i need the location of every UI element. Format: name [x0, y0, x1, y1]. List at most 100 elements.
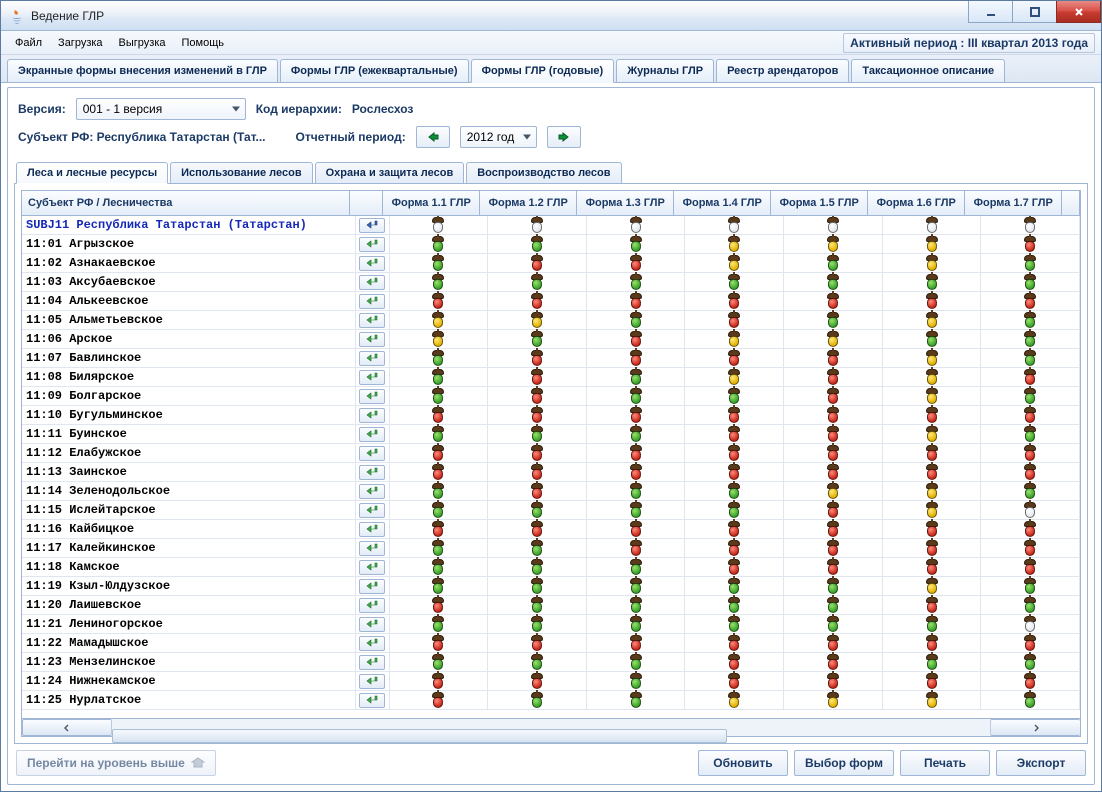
status-cell[interactable] [685, 387, 784, 405]
status-cell[interactable] [587, 615, 686, 633]
enter-button[interactable] [359, 351, 385, 366]
enter-button[interactable] [359, 370, 385, 385]
print-button[interactable]: Печать [900, 750, 990, 776]
h-scrollbar[interactable] [21, 719, 1081, 737]
status-cell[interactable] [784, 444, 883, 462]
status-cell[interactable] [883, 254, 982, 272]
status-cell[interactable] [784, 216, 883, 234]
status-cell[interactable] [981, 463, 1080, 481]
status-cell[interactable] [883, 672, 982, 690]
status-cell[interactable] [390, 558, 489, 576]
menu-unload[interactable]: Выгрузка [111, 34, 174, 52]
table-row[interactable]: 11:07 Бавлинское [22, 349, 1080, 368]
status-cell[interactable] [587, 216, 686, 234]
h-scroll-left-button[interactable] [22, 719, 112, 736]
status-cell[interactable] [981, 577, 1080, 595]
table-row[interactable]: SUBJ11 Республика Татарстан (Татарстан) [22, 216, 1080, 235]
status-cell[interactable] [685, 577, 784, 595]
enter-button[interactable] [359, 275, 385, 290]
status-cell[interactable] [981, 368, 1080, 386]
status-cell[interactable] [390, 387, 489, 405]
status-cell[interactable] [784, 558, 883, 576]
table-row[interactable]: 11:24 Нижнекамское [22, 672, 1080, 691]
status-cell[interactable] [587, 273, 686, 291]
enter-button[interactable] [359, 579, 385, 594]
status-cell[interactable] [488, 501, 587, 519]
status-cell[interactable] [685, 596, 784, 614]
status-cell[interactable] [488, 596, 587, 614]
status-cell[interactable] [883, 463, 982, 481]
status-cell[interactable] [390, 349, 489, 367]
status-cell[interactable] [981, 273, 1080, 291]
table-row[interactable]: 11:01 Агрызское [22, 235, 1080, 254]
row-name[interactable]: 11:05 Альметьевское [22, 311, 356, 329]
table-row[interactable]: 11:06 Арское [22, 330, 1080, 349]
enter-button[interactable] [359, 522, 385, 537]
status-cell[interactable] [784, 292, 883, 310]
status-cell[interactable] [981, 292, 1080, 310]
status-cell[interactable] [587, 482, 686, 500]
enter-button[interactable] [359, 674, 385, 689]
row-name[interactable]: 11:14 Зеленодольское [22, 482, 356, 500]
status-cell[interactable] [883, 501, 982, 519]
status-cell[interactable] [587, 444, 686, 462]
status-cell[interactable] [488, 615, 587, 633]
status-cell[interactable] [390, 425, 489, 443]
row-name[interactable]: 11:10 Бугульминское [22, 406, 356, 424]
status-cell[interactable] [883, 539, 982, 557]
export-button[interactable]: Экспорт [996, 750, 1086, 776]
menu-help[interactable]: Помощь [174, 34, 233, 52]
row-name[interactable]: SUBJ11 Республика Татарстан (Татарстан) [22, 216, 356, 234]
main-tab-3[interactable]: Журналы ГЛР [616, 59, 714, 82]
status-cell[interactable] [784, 691, 883, 709]
status-cell[interactable] [488, 425, 587, 443]
status-cell[interactable] [390, 273, 489, 291]
row-name[interactable]: 11:17 Калейкинское [22, 539, 356, 557]
period-combo[interactable]: 2012 год [460, 126, 538, 148]
status-cell[interactable] [390, 368, 489, 386]
status-cell[interactable] [784, 672, 883, 690]
status-cell[interactable] [784, 501, 883, 519]
main-tab-5[interactable]: Таксационное описание [851, 59, 1005, 82]
status-cell[interactable] [883, 216, 982, 234]
table-row[interactable]: 11:15 Ислейтарское [22, 501, 1080, 520]
status-cell[interactable] [390, 292, 489, 310]
refresh-button[interactable]: Обновить [698, 750, 788, 776]
table-row[interactable]: 11:11 Буинское [22, 425, 1080, 444]
status-cell[interactable] [488, 691, 587, 709]
status-cell[interactable] [981, 691, 1080, 709]
status-cell[interactable] [784, 539, 883, 557]
status-cell[interactable] [685, 653, 784, 671]
status-cell[interactable] [587, 406, 686, 424]
up-level-button[interactable]: Перейти на уровень выше [16, 750, 216, 776]
status-cell[interactable] [685, 539, 784, 557]
table-row[interactable]: 11:22 Мамадышское [22, 634, 1080, 653]
status-cell[interactable] [488, 349, 587, 367]
row-name[interactable]: 11:16 Кайбицкое [22, 520, 356, 538]
status-cell[interactable] [488, 520, 587, 538]
status-cell[interactable] [784, 596, 883, 614]
status-cell[interactable] [488, 387, 587, 405]
row-name[interactable]: 11:11 Буинское [22, 425, 356, 443]
enter-button[interactable] [359, 598, 385, 613]
table-row[interactable]: 11:23 Мензелинское [22, 653, 1080, 672]
status-cell[interactable] [587, 368, 686, 386]
period-next-button[interactable] [547, 126, 581, 148]
status-cell[interactable] [488, 292, 587, 310]
choose-forms-button[interactable]: Выбор форм [794, 750, 894, 776]
row-name[interactable]: 11:06 Арское [22, 330, 356, 348]
status-cell[interactable] [883, 368, 982, 386]
status-cell[interactable] [390, 216, 489, 234]
table-row[interactable]: 11:16 Кайбицкое [22, 520, 1080, 539]
menu-file[interactable]: Файл [7, 34, 50, 52]
h-scroll-thumb[interactable] [112, 729, 727, 743]
status-cell[interactable] [488, 482, 587, 500]
status-cell[interactable] [784, 463, 883, 481]
table-row[interactable]: 11:12 Елабужское [22, 444, 1080, 463]
status-cell[interactable] [685, 501, 784, 519]
status-cell[interactable] [390, 254, 489, 272]
status-cell[interactable] [587, 463, 686, 481]
status-cell[interactable] [390, 596, 489, 614]
status-cell[interactable] [784, 653, 883, 671]
status-cell[interactable] [488, 463, 587, 481]
